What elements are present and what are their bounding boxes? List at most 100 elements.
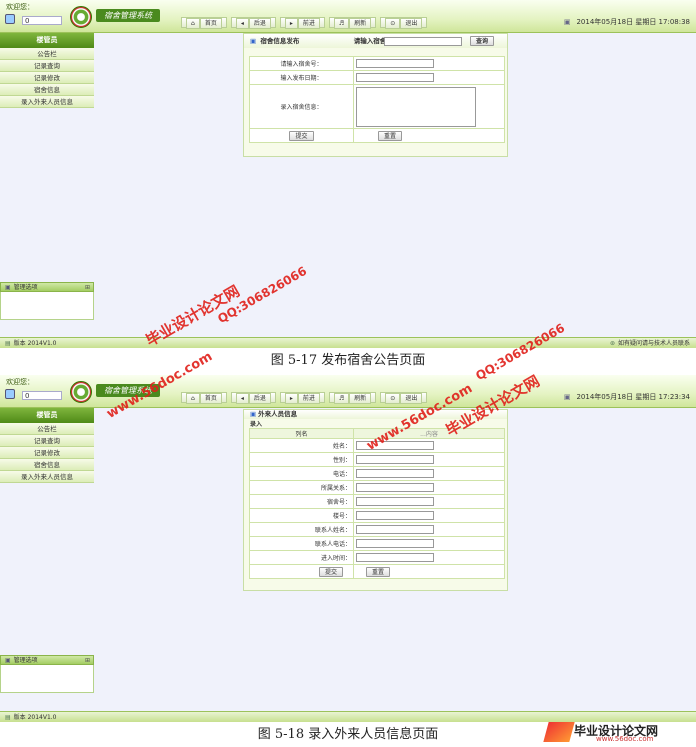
notice-form: 宿舍信息发布 请输入宿舍号： 查询 请输入宿舍号： 输入发布日期： 录入宿舍信息… bbox=[243, 33, 508, 157]
submit-button[interactable]: 提交 bbox=[289, 130, 314, 141]
notice-form-table: 请输入宿舍号： 输入发布日期： 录入宿舍信息： 提交 重置 bbox=[249, 56, 505, 143]
caption-1: 图 5-17 发布宿舍公告页面 bbox=[0, 350, 696, 372]
home-icon: ⌂ bbox=[186, 18, 200, 29]
sidebar-item-visitor[interactable]: 录入外来人员信息 bbox=[0, 96, 94, 108]
manage-panel-header[interactable]: 管理选项 bbox=[0, 655, 94, 665]
manage-panel: 管理选项 bbox=[0, 655, 94, 693]
sidebar-item-dorm-info[interactable]: 宿舍信息 bbox=[0, 459, 94, 471]
gender-input[interactable] bbox=[356, 455, 434, 464]
welcome-label: 欢迎您： bbox=[6, 378, 34, 386]
field-label-phone: 电话： bbox=[249, 466, 354, 481]
version-label: 版本 2014V1.0 bbox=[5, 338, 57, 348]
field-label-relation: 所属关系： bbox=[249, 480, 354, 495]
top-bar: 欢迎您： 0 宿舍管理系统 ⌂首页 ◂后退 ▸前进 ♬刷新 ⊙退出 2014年0… bbox=[0, 0, 696, 33]
contact-phone-input[interactable] bbox=[356, 539, 434, 548]
field-label-date: 输入发布日期： bbox=[249, 70, 354, 85]
sidebar: 楼管员 公告栏 记录查询 记录修改 宿舍信息 录入外来人员信息 bbox=[0, 33, 94, 108]
sidebar-item-query[interactable]: 记录查询 bbox=[0, 60, 94, 72]
date-display: 2014年05月18日 星期日 17:23:34 bbox=[564, 392, 690, 402]
nav-back-button[interactable]: ◂ 后退 bbox=[230, 17, 276, 29]
contact-name-input[interactable] bbox=[356, 525, 434, 534]
sidebar-item-notice[interactable]: 公告栏 bbox=[0, 423, 94, 435]
refresh-icon: ♬ bbox=[333, 393, 350, 404]
sidebar-title: 楼管员 bbox=[0, 408, 94, 423]
dorm-no-input[interactable] bbox=[356, 497, 434, 506]
manage-panel: 管理选项 bbox=[0, 282, 94, 320]
user-value: 0 bbox=[22, 16, 62, 25]
nav-bar: ⌂ 首页 ◂ 后退 ▸ 前进 ♬ 刷新 ⊙ 退出 bbox=[181, 17, 428, 29]
footer: 版本 2014V1.0 bbox=[0, 711, 696, 722]
field-label-contact-name: 联系人姓名： bbox=[249, 522, 354, 537]
footer: 版本 2014V1.0 如有疑问请与技术人员联系 bbox=[0, 337, 696, 348]
nav-forward-button[interactable]: ▸ 前进 bbox=[279, 392, 325, 404]
field-label-building: 楼号： bbox=[249, 508, 354, 523]
phone-input[interactable] bbox=[356, 469, 434, 478]
reset-button[interactable]: 重置 bbox=[378, 130, 403, 141]
corner-site-logo: 毕业设计论文网 www.56doc.com bbox=[542, 722, 692, 744]
back-icon: ◂ bbox=[235, 18, 249, 29]
dorm-info-textarea[interactable] bbox=[356, 86, 476, 127]
reset-button[interactable]: 重置 bbox=[366, 566, 391, 577]
nav-refresh-button[interactable]: ♬ 刷新 bbox=[328, 17, 377, 29]
corner-logo-url: www.56doc.com bbox=[596, 735, 654, 743]
building-no-input[interactable] bbox=[356, 511, 434, 520]
site-logo-mark-icon bbox=[543, 722, 575, 742]
sidebar-title: 楼管员 bbox=[0, 33, 94, 48]
field-label-info: 录入宿舍信息： bbox=[249, 84, 354, 129]
user-value: 0 bbox=[22, 391, 62, 400]
nav-forward-button[interactable]: ▸ 前进 bbox=[279, 17, 325, 29]
sidebar-item-modify[interactable]: 记录修改 bbox=[0, 447, 94, 459]
sidebar-item-dorm-info[interactable]: 宿舍信息 bbox=[0, 84, 94, 96]
field-label-contact-phone: 联系人电话： bbox=[249, 536, 354, 551]
version-label: 版本 2014V1.0 bbox=[5, 712, 57, 722]
col-header-name: 列名 bbox=[249, 428, 354, 439]
relation-input[interactable] bbox=[356, 483, 434, 492]
field-label-gender: 性别： bbox=[249, 452, 354, 467]
brand-title: 宿舍管理系统 bbox=[96, 9, 160, 22]
field-label-name: 姓名： bbox=[249, 438, 354, 453]
notice-form-header: 宿舍信息发布 请输入宿舍号： 查询 bbox=[244, 34, 507, 48]
nav-logout-button[interactable]: ⊙ 退出 bbox=[380, 392, 428, 404]
logout-icon: ⊙ bbox=[385, 393, 401, 404]
system-logo bbox=[70, 6, 92, 28]
sidebar-item-modify[interactable]: 记录修改 bbox=[0, 72, 94, 84]
nav-refresh-button[interactable]: ♬ 刷新 bbox=[328, 392, 377, 404]
dorm-no-input[interactable] bbox=[356, 59, 434, 68]
refresh-icon: ♬ bbox=[333, 18, 350, 29]
sidebar-item-notice[interactable]: 公告栏 bbox=[0, 48, 94, 60]
manage-panel-header[interactable]: 管理选项 bbox=[0, 282, 94, 292]
search-button[interactable]: 查询 bbox=[470, 36, 495, 46]
manage-panel-body bbox=[0, 665, 94, 693]
entry-time-input[interactable] bbox=[356, 553, 434, 562]
publish-date-input[interactable] bbox=[356, 73, 434, 82]
date-display: 2014年05月18日 星期日 17:08:38 bbox=[564, 17, 690, 27]
user-icon bbox=[5, 389, 15, 399]
forward-icon: ▸ bbox=[284, 393, 298, 404]
home-icon: ⌂ bbox=[186, 393, 200, 404]
sidebar-item-visitor[interactable]: 录入外来人员信息 bbox=[0, 471, 94, 483]
system-logo bbox=[70, 381, 92, 403]
manage-panel-body bbox=[0, 292, 94, 320]
user-icon bbox=[5, 14, 15, 24]
top-bar: 欢迎您： 0 宿舍管理系统 ⌂首页 ◂后退 ▸前进 ♬刷新 ⊙退出 2014年0… bbox=[0, 375, 696, 408]
logout-icon: ⊙ bbox=[385, 18, 401, 29]
search-input[interactable] bbox=[384, 37, 462, 46]
field-label-entry-time: 进入时间： bbox=[249, 550, 354, 565]
back-icon: ◂ bbox=[235, 393, 249, 404]
nav-back-button[interactable]: ◂ 后退 bbox=[230, 392, 276, 404]
field-label-dorm: 宿舍号： bbox=[249, 494, 354, 509]
forward-icon: ▸ bbox=[284, 18, 298, 29]
sidebar-item-query[interactable]: 记录查询 bbox=[0, 435, 94, 447]
nav-home-button[interactable]: ⌂ 首页 bbox=[181, 392, 227, 404]
nav-logout-button[interactable]: ⊙ 退出 bbox=[380, 17, 428, 29]
screenshot-2: 欢迎您： 0 宿舍管理系统 ⌂首页 ◂后退 ▸前进 ♬刷新 ⊙退出 2014年0… bbox=[0, 375, 696, 722]
field-label-dorm: 请输入宿舍号： bbox=[249, 56, 354, 71]
notice-form-title: 宿舍信息发布 bbox=[260, 37, 300, 45]
screenshot-1: 欢迎您： 0 宿舍管理系统 ⌂首页 ◂后退 ▸前进 ♬刷新 ⊙退出 2014年0… bbox=[0, 0, 696, 348]
submit-button[interactable]: 提交 bbox=[318, 566, 343, 577]
sidebar: 楼管员 公告栏 记录查询 记录修改 宿舍信息 录入外来人员信息 bbox=[0, 408, 94, 483]
contact-label: 如有疑问请与技术人员联系 bbox=[610, 338, 690, 348]
nav-bar: ⌂ 首页 ◂ 后退 ▸ 前进 ♬ 刷新 ⊙ 退出 bbox=[181, 392, 428, 404]
nav-home-button[interactable]: ⌂ 首页 bbox=[181, 17, 227, 29]
welcome-label: 欢迎您： bbox=[6, 3, 34, 11]
